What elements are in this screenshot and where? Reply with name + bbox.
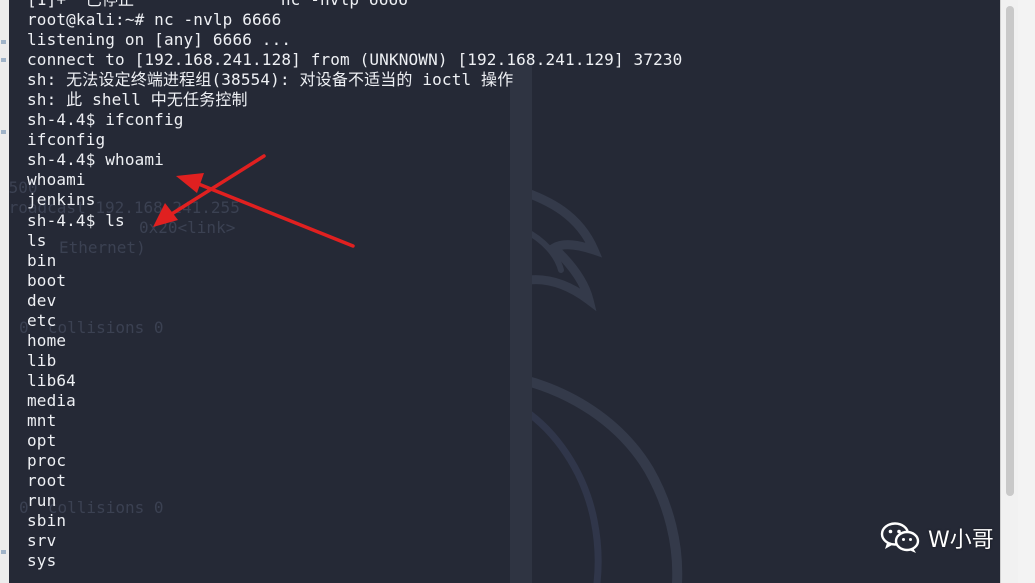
terminal-line: dev <box>27 290 57 310</box>
terminal-line: ifconfig <box>27 130 106 150</box>
right-window-edge <box>1018 0 1035 583</box>
terminal-line: lib64 <box>27 370 76 390</box>
terminal-line: sbin <box>27 511 67 531</box>
terminal-line: sh-4.4$ ifconfig <box>27 110 184 130</box>
terminal-line: run <box>27 491 57 511</box>
terminal-line: ls <box>27 230 47 250</box>
terminal-line: sh-4.4$ ls <box>27 210 125 230</box>
wechat-watermark: W小哥 <box>880 521 994 555</box>
left-edge-marks <box>0 0 9 583</box>
terminal-line: listening on [any] 6666 ... <box>27 30 292 50</box>
terminal-line: bin <box>27 250 57 270</box>
scrollbar-thumb[interactable] <box>1006 6 1014 496</box>
terminal-line: root <box>27 471 67 491</box>
terminal-line: jenkins <box>27 190 96 210</box>
terminal-output: [1]+ 已停止 nc -nvlp 6666 root@kali:~# nc -… <box>27 0 682 571</box>
terminal-line: sh: 此 shell 中无任务控制 <box>27 90 248 110</box>
terminal-line: sh: 无法设定终端进程组(38554): 对设备不适当的 ioctl 操作 <box>27 70 514 90</box>
terminal-line: home <box>27 330 67 350</box>
terminal-line: boot <box>27 270 67 290</box>
terminal-line: proc <box>27 451 67 471</box>
terminal-scrollbar[interactable] <box>1000 0 1019 583</box>
screenshot: 1500 broadcast 192.168.241.255 0x20<link… <box>0 0 1035 583</box>
terminal-line: media <box>27 390 76 410</box>
terminal-line: mnt <box>27 410 57 430</box>
terminal-line: etc <box>27 310 57 330</box>
terminal-line: sh-4.4$ whoami <box>27 150 164 170</box>
terminal-line: opt <box>27 431 57 451</box>
terminal-line: sys <box>27 551 57 571</box>
terminal-line: connect to [192.168.241.128] from (UNKNO… <box>27 50 683 70</box>
watermark-text: W小哥 <box>928 528 994 553</box>
terminal-line: root@kali:~# nc -nvlp 6666 <box>27 10 282 30</box>
terminal-window[interactable]: 1500 broadcast 192.168.241.255 0x20<link… <box>9 0 1018 583</box>
terminal-line: whoami <box>27 170 86 190</box>
terminal-line: lib <box>27 350 57 370</box>
wechat-icon <box>880 522 920 553</box>
terminal-line: srv <box>27 531 57 551</box>
terminal-line: [1]+ 已停止 nc -nvlp 6666 <box>27 0 682 10</box>
